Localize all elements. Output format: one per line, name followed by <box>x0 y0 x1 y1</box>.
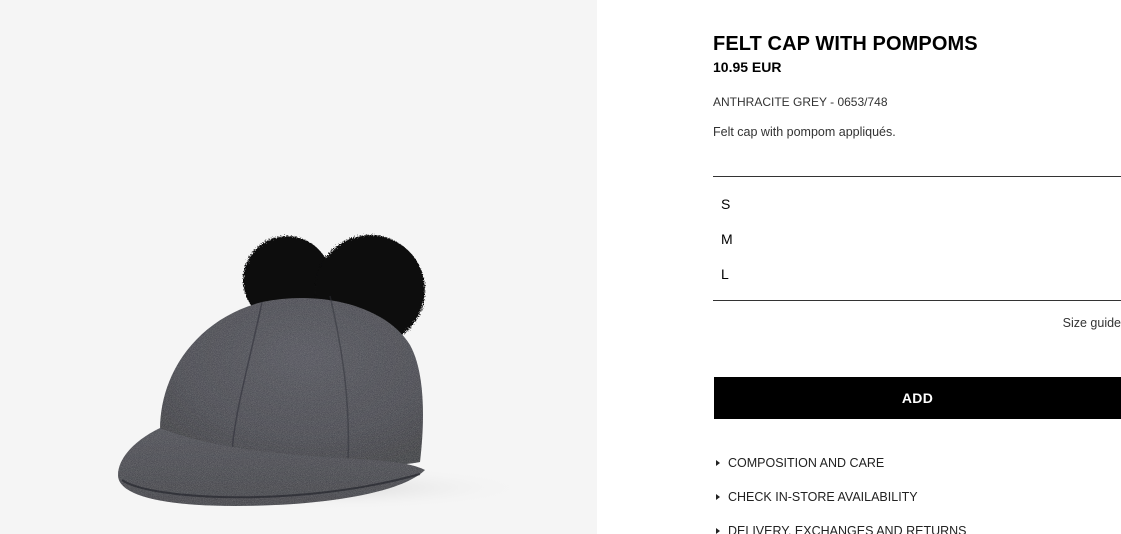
cap-crown <box>160 297 423 465</box>
product-image[interactable] <box>0 0 597 534</box>
caret-right-icon <box>716 494 720 500</box>
size-option-s[interactable]: S <box>713 189 1121 219</box>
product-description: Felt cap with pompom appliqués. <box>713 125 896 139</box>
add-to-cart-button[interactable]: ADD <box>714 377 1121 419</box>
product-title: FELT CAP WITH POMPOMS <box>713 33 978 55</box>
size-selector: S M L <box>713 176 1121 301</box>
accordion-label: CHECK IN-STORE AVAILABILITY <box>728 490 918 504</box>
caret-right-icon <box>716 528 720 534</box>
accordion-label: COMPOSITION AND CARE <box>728 456 885 470</box>
accordion-store-availability[interactable]: CHECK IN-STORE AVAILABILITY <box>713 490 918 504</box>
size-guide-link[interactable]: Size guide <box>1063 316 1121 330</box>
product-price: 10.95 EUR <box>713 59 782 75</box>
size-option-m[interactable]: M <box>713 224 1121 254</box>
accordion-label: DELIVERY, EXCHANGES AND RETURNS <box>728 524 967 534</box>
size-option-l[interactable]: L <box>713 259 1121 289</box>
product-info-panel: FELT CAP WITH POMPOMS 10.95 EUR ANTHRACI… <box>713 0 1121 534</box>
accordion-delivery-returns[interactable]: DELIVERY, EXCHANGES AND RETURNS <box>713 524 967 534</box>
product-page: FELT CAP WITH POMPOMS 10.95 EUR ANTHRACI… <box>0 0 1121 534</box>
caret-right-icon <box>716 460 720 466</box>
accordion-composition-care[interactable]: COMPOSITION AND CARE <box>713 456 884 470</box>
product-color-reference: ANTHRACITE GREY - 0653/748 <box>713 95 888 109</box>
